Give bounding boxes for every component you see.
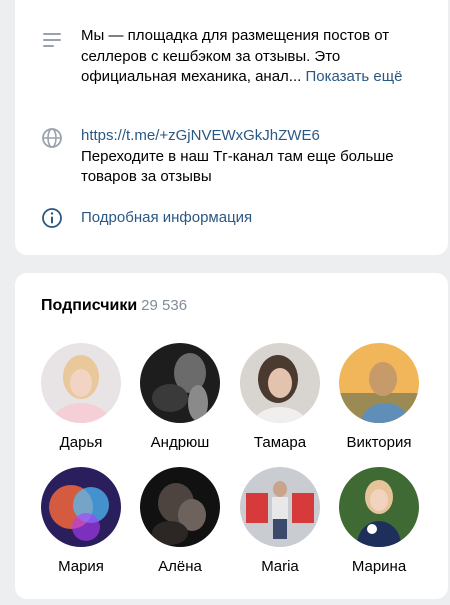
subscriber-avatar — [339, 467, 419, 547]
subscriber-avatar — [240, 467, 320, 547]
subscriber-name: Мария — [58, 558, 104, 575]
subscriber-avatar — [41, 467, 121, 547]
subscriber-item[interactable]: Дарья — [32, 343, 130, 451]
link-block: https://t.me/+zGjNVEWxGkJhZWE6 Переходит… — [81, 126, 428, 188]
info-icon — [42, 208, 62, 228]
subscriber-item[interactable]: Марина — [330, 467, 428, 575]
globe-icon — [42, 128, 62, 148]
subscribers-count: 29 536 — [141, 297, 188, 314]
subscribers-header[interactable]: Подписчики 29 536 — [41, 297, 187, 315]
subscriber-avatar — [240, 343, 320, 423]
subscriber-name: Марина — [351, 558, 407, 575]
subscribers-card: Подписчики 29 536 Дарья Андрюш Тамара Ви… — [15, 273, 448, 599]
telegram-link[interactable]: https://t.me/+zGjNVEWxGkJhZWE6 — [81, 126, 428, 147]
details-link[interactable]: Подробная информация — [81, 208, 428, 229]
show-more-link[interactable]: Показать ещё — [305, 68, 402, 85]
subscriber-name: Алёна — [158, 558, 202, 575]
subscriber-name: Тамара — [253, 434, 307, 451]
text-lines-icon — [43, 33, 61, 47]
description-text: Мы — площадка для размещения постов от с… — [81, 26, 428, 88]
subscriber-item[interactable]: Виктория — [330, 343, 428, 451]
subscribers-title: Подписчики — [41, 297, 138, 314]
subscriber-avatar — [140, 467, 220, 547]
subscriber-name: Виктория — [346, 434, 412, 451]
subscriber-item[interactable]: Тамара — [231, 343, 329, 451]
subscriber-avatar — [41, 343, 121, 423]
link-caption: Переходите в наш Тг-канал там еще больше… — [81, 147, 394, 186]
subscriber-item[interactable]: Алёна — [131, 467, 229, 575]
subscriber-name: Maria — [261, 558, 299, 575]
subscriber-item[interactable]: Андрюш — [131, 343, 229, 451]
subscriber-item[interactable]: Maria — [231, 467, 329, 575]
subscriber-avatar — [339, 343, 419, 423]
subscriber-avatar — [140, 343, 220, 423]
subscriber-item[interactable]: Мария — [32, 467, 130, 575]
subscriber-name: Дарья — [59, 434, 103, 451]
subscriber-name: Андрюш — [150, 434, 210, 451]
about-card: Мы — площадка для размещения постов от с… — [15, 0, 448, 255]
